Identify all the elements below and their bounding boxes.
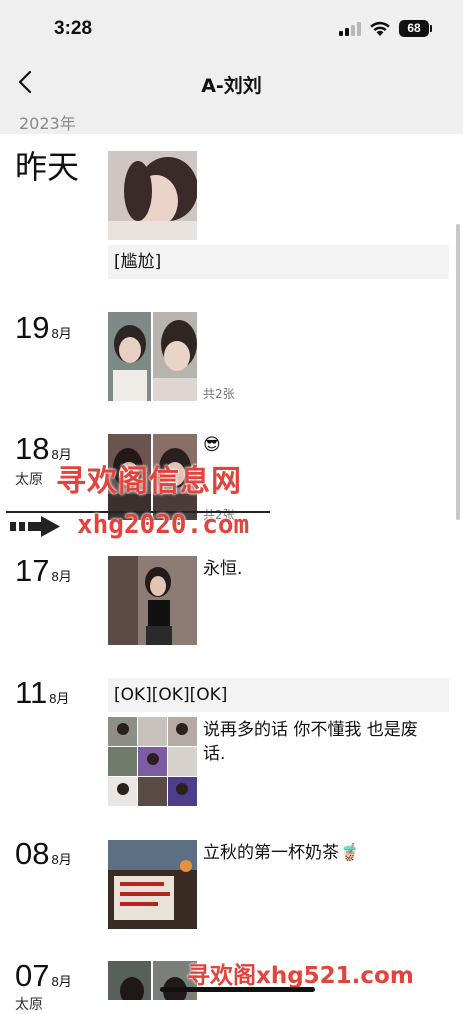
entry-caption: 永恒. [203, 559, 243, 579]
entry-month: 8月 [51, 326, 72, 341]
photo-count: 共2张 [203, 387, 235, 401]
entry-day-number: 19 [15, 310, 50, 345]
entry-caption-text: 立秋的第一杯奶茶 [203, 843, 339, 863]
arrow-icon [10, 516, 60, 537]
watermark-url: xhg2020.com [77, 510, 250, 540]
watermark-bottom: 寻欢阁xhg521.com [187, 963, 414, 989]
entry-photo[interactable] [108, 961, 151, 1000]
year-header: 2023年 [0, 106, 463, 134]
status-time: 3:28 [54, 18, 93, 39]
entry-text[interactable]: [尴尬] [108, 245, 449, 279]
battery-icon: 68 [399, 20, 429, 37]
entry-caption-line: 说再多的话 你不懂我 也是废 [203, 720, 418, 740]
entry-caption: 立秋的第一杯奶茶🧋 [203, 841, 360, 865]
moments-feed[interactable]: 昨天 [尴尬] 19 8月 共2张 18 8月 太原 😎 共2张 17 8月 永… [0, 134, 463, 1013]
year-label: 2023年 [19, 114, 76, 133]
entry-day-number: 17 [15, 553, 50, 588]
entry-month: 8月 [51, 569, 72, 584]
entry-photo[interactable] [108, 840, 197, 929]
entry-photo[interactable] [108, 151, 197, 240]
entry-location: 太原 [15, 997, 43, 1013]
entry-day: 19 8月 [15, 312, 72, 343]
entry-text-content: [OK][OK][OK] [114, 685, 228, 705]
entry-text-content: [尴尬] [114, 252, 162, 272]
entry-month: 8月 [51, 974, 72, 989]
entry-month: 8月 [51, 852, 72, 867]
scrollbar[interactable] [456, 224, 460, 520]
wifi-icon [370, 21, 390, 36]
entry-emoji: 😎 [203, 435, 221, 455]
entry-location: 太原 [15, 472, 43, 488]
entry-day: 17 8月 [15, 555, 72, 586]
entry-day: 11 8月 [15, 677, 69, 708]
signal-icon [339, 22, 363, 36]
entry-photo[interactable] [108, 312, 151, 401]
entry-day: 07 8月 [15, 960, 72, 991]
entry-photo[interactable] [153, 312, 197, 401]
entry-caption-line: 话. [203, 744, 226, 764]
entry-day-number: 07 [15, 958, 50, 993]
page-title: A-刘刘 [201, 75, 262, 97]
nav-bar: A-刘刘 [0, 58, 463, 106]
entry-photo[interactable] [108, 556, 197, 645]
entry-month: 8月 [49, 691, 70, 706]
status-bar: 3:28 68 [0, 0, 463, 58]
entry-day-number: 11 [15, 675, 48, 710]
watermark-text: 寻欢阁信息网 [56, 464, 242, 499]
home-indicator[interactable] [160, 987, 315, 992]
entry-day: 昨天 [15, 148, 80, 186]
entry-day: 08 8月 [15, 838, 72, 869]
entry-text[interactable]: [OK][OK][OK] [108, 678, 449, 712]
entry-caption: 说再多的话 你不懂我 也是废 话. [203, 718, 453, 766]
entry-day-number: 08 [15, 836, 50, 871]
entry-day-number: 18 [15, 431, 50, 466]
entry-photo-grid[interactable] [108, 717, 197, 806]
milk-tea-icon: 🧋 [339, 843, 361, 863]
battery-tip [430, 25, 432, 32]
